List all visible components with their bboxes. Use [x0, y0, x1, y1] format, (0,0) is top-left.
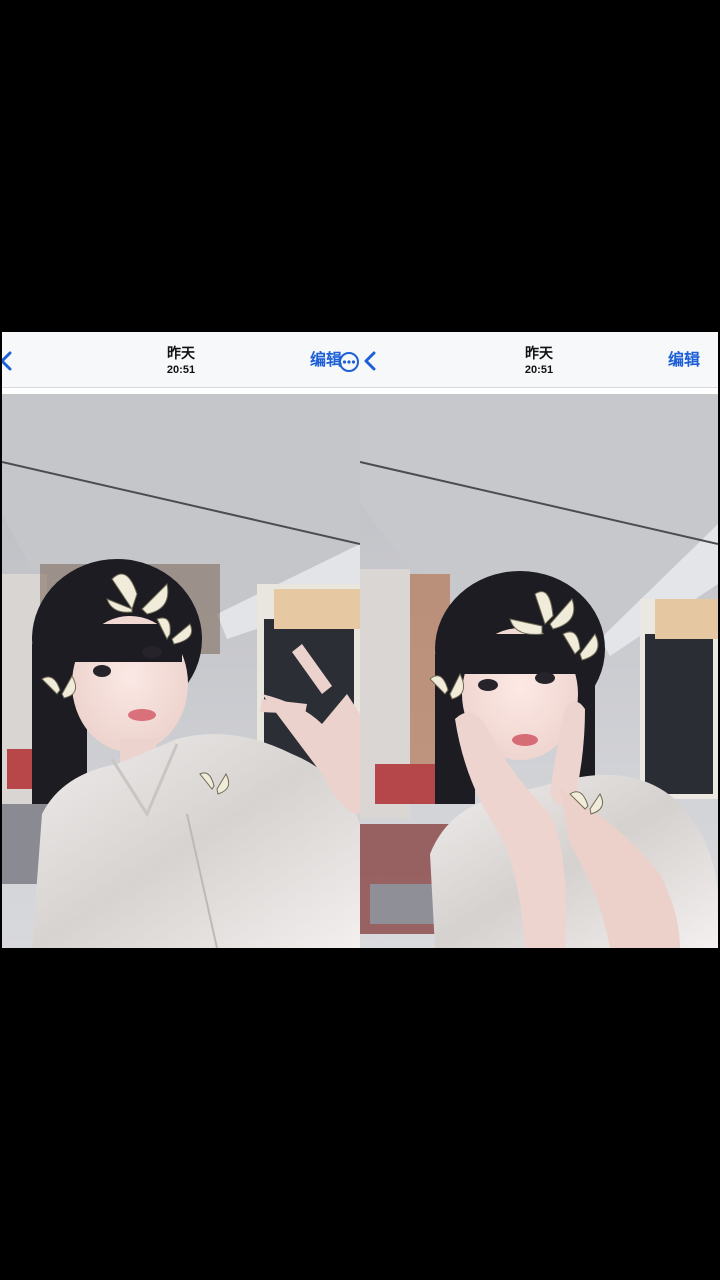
nav-time: 20:51 — [524, 364, 554, 376]
nav-time: 20:51 — [166, 364, 196, 376]
screenshot-left: 昨天 20:51 编辑 — [2, 332, 360, 948]
screenshot-collage: 昨天 20:51 编辑 昨天 20:51 编辑 — [2, 332, 718, 948]
nav-title: 昨天 — [167, 345, 195, 361]
selfie-image — [360, 394, 718, 948]
more-circle-icon — [339, 352, 359, 372]
photo-viewer-navbar: 昨天 20:51 编辑 — [2, 332, 360, 388]
nav-title: 昨天 — [525, 345, 553, 361]
selfie-photo-left — [2, 394, 360, 948]
selfie-image — [2, 394, 360, 948]
edit-button[interactable]: 编辑 — [668, 352, 700, 370]
photo-viewer-navbar: 昨天 20:51 编辑 — [360, 332, 718, 388]
selfie-photo-right — [360, 394, 718, 948]
more-button[interactable] — [338, 351, 360, 373]
screenshot-right: 昨天 20:51 编辑 — [360, 332, 718, 948]
video-frame: 昨天 20:51 编辑 昨天 20:51 编辑 — [0, 0, 720, 1280]
